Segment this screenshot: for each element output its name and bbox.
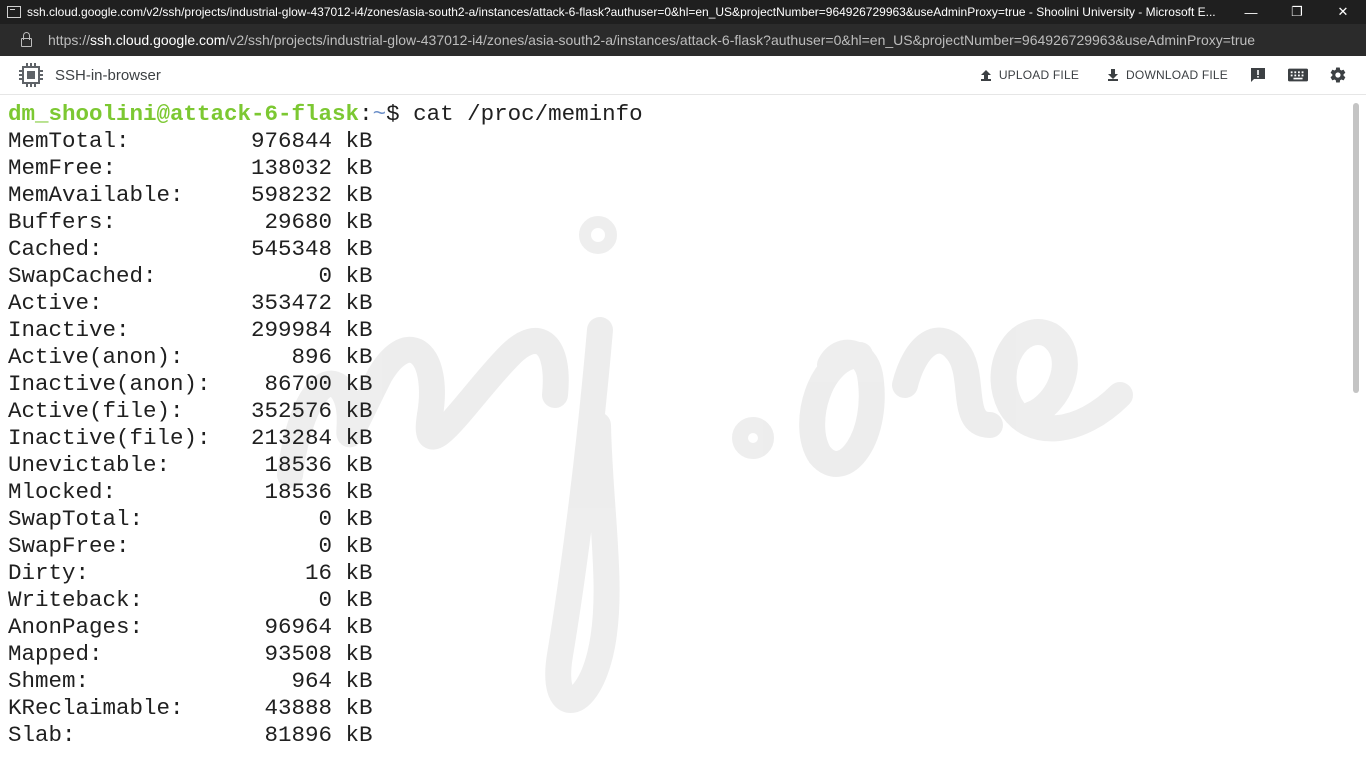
window-title: ssh.cloud.google.com/v2/ssh/projects/ind… (27, 5, 1216, 19)
prompt-user: dm_shoolini@attack-6-flask (8, 101, 360, 127)
output-line: AnonPages: 96964 kB (8, 614, 373, 640)
url-scheme: https:// (48, 32, 91, 48)
output-line: Inactive(anon): 86700 kB (8, 371, 373, 397)
command-text: cat /proc/meminfo (413, 101, 643, 127)
download-file-label: DOWNLOAD FILE (1126, 68, 1228, 82)
url-text[interactable]: https://ssh.cloud.google.com/v2/ssh/proj… (48, 32, 1255, 48)
output-line: Inactive: 299984 kB (8, 317, 373, 343)
download-icon (1105, 67, 1121, 83)
output-line: KReclaimable: 43888 kB (8, 695, 373, 721)
output-line: Dirty: 16 kB (8, 560, 373, 586)
output-line: Inactive(file): 213284 kB (8, 425, 373, 451)
output-line: MemFree: 138032 kB (8, 155, 373, 181)
restore-button[interactable]: ❐ (1274, 0, 1320, 24)
output-line: Buffers: 29680 kB (8, 209, 373, 235)
window-controls: — ❐ ✕ (1228, 0, 1366, 24)
url-host: ssh.cloud.google.com (90, 32, 226, 48)
output-line: MemAvailable: 598232 kB (8, 182, 373, 208)
download-file-button[interactable]: DOWNLOAD FILE (1105, 67, 1228, 83)
prompt-line: dm_shoolini@attack-6-flask:~$ cat /proc/… (8, 101, 643, 128)
output-line: Writeback: 0 kB (8, 587, 373, 613)
output-line: Active(anon): 896 kB (8, 344, 373, 370)
output-line: Shmem: 964 kB (8, 668, 373, 694)
chip-icon (18, 62, 44, 88)
output-line: SwapFree: 0 kB (8, 533, 373, 559)
output-line: Slab: 81896 kB (8, 722, 373, 748)
upload-file-button[interactable]: UPLOAD FILE (978, 67, 1079, 83)
minimize-button[interactable]: — (1228, 0, 1274, 24)
toolbar-actions: UPLOAD FILE DOWNLOAD FILE (952, 56, 1348, 94)
address-bar[interactable]: https://ssh.cloud.google.com/v2/ssh/proj… (0, 24, 1366, 56)
feedback-icon[interactable] (1248, 65, 1268, 85)
settings-icon[interactable] (1328, 65, 1348, 85)
output-line: SwapTotal: 0 kB (8, 506, 373, 532)
output-line: Mlocked: 18536 kB (8, 479, 373, 505)
output-line: Mapped: 93508 kB (8, 641, 373, 667)
prompt-symbol: $ (386, 101, 414, 127)
terminal[interactable]: dm_shoolini@attack-6-flask:~$ cat /proc/… (0, 95, 1350, 768)
prompt-path: ~ (372, 101, 387, 127)
output-line: MemTotal: 976844 kB (8, 128, 373, 154)
scrollbar-thumb[interactable] (1353, 103, 1359, 393)
close-button[interactable]: ✕ (1320, 0, 1366, 24)
output-line: Active(file): 352576 kB (8, 398, 373, 424)
prompt-colon: : (359, 101, 373, 127)
keyboard-icon[interactable] (1288, 65, 1308, 85)
url-path: /v2/ssh/projects/industrial-glow-437012-… (225, 32, 1256, 48)
output-line: Unevictable: 18536 kB (8, 452, 373, 478)
output-line: Active: 353472 kB (8, 290, 373, 316)
terminal-output: dm_shoolini@attack-6-flask:~$ cat /proc/… (8, 101, 643, 749)
output-line: SwapCached: 0 kB (8, 263, 373, 289)
terminal-scrollbar[interactable] (1350, 95, 1366, 768)
lock-icon[interactable] (18, 31, 36, 49)
terminal-app-icon (7, 6, 21, 18)
upload-icon (978, 67, 994, 83)
upload-file-label: UPLOAD FILE (998, 68, 1080, 82)
ssh-toolbar: SSH-in-browser UPLOAD FILE DOWNLOAD FILE (0, 56, 1366, 95)
app-name: SSH-in-browser (55, 66, 161, 84)
window-titlebar: ssh.cloud.google.com/v2/ssh/projects/ind… (0, 0, 1366, 24)
output-line: Cached: 545348 kB (8, 236, 373, 262)
